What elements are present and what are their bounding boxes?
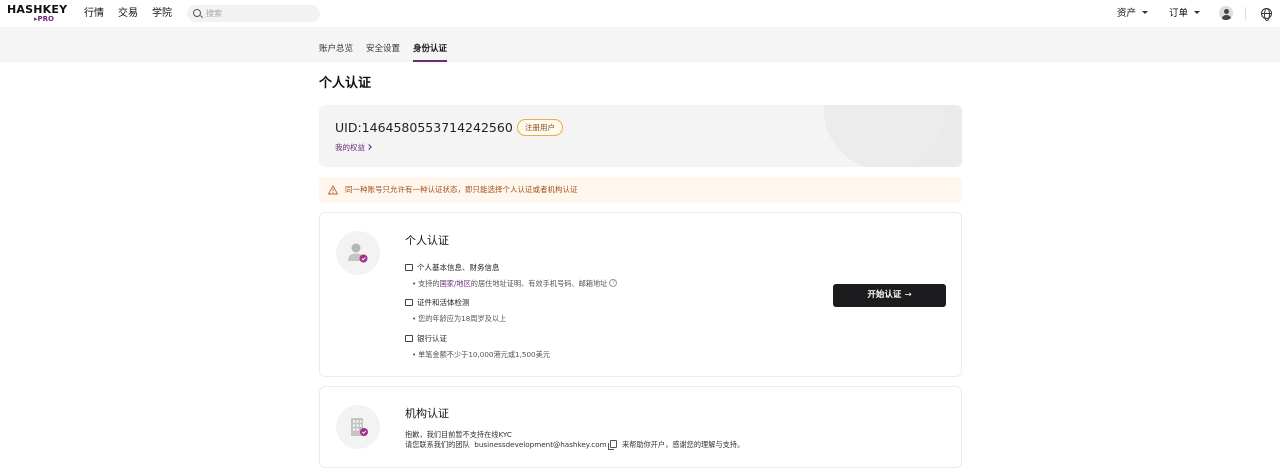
start-verification-label: 开始认证: [867, 290, 902, 300]
chevron-down-icon: [1142, 11, 1149, 14]
business-email[interactable]: businessdevelopment@hashkey.com: [474, 440, 606, 449]
bullet-age-requirement: 您的年龄应为18周岁及以上: [412, 314, 506, 324]
personal-verification-card: 个人认证 个人基本信息、财务信息 支持的国家/地区的居住地址证明、有效手机号码、…: [319, 212, 962, 377]
active-tab-indicator: [413, 60, 447, 62]
personal-avatar-icon: [336, 231, 380, 275]
section-bank-verification: 银行认证: [405, 334, 447, 344]
registered-user-badge: 注册用户: [517, 119, 563, 136]
warning-text: 同一种账号只允许有一种认证状态，即只能选择个人认证或者机构认证: [345, 185, 578, 194]
tab-account-overview[interactable]: 账户总览: [319, 44, 353, 54]
orders-menu[interactable]: 订单: [1169, 8, 1201, 19]
country-region-link[interactable]: 国家/地区: [440, 279, 471, 288]
page-title: 个人认证: [319, 76, 372, 91]
id-card-icon: [405, 263, 413, 271]
warning-banner: 同一种账号只允许有一种认证状态，即只能选择个人认证或者机构认证: [319, 177, 962, 203]
section-bank-verification-label: 银行认证: [417, 334, 447, 343]
section-basic-info-label: 个人基本信息、财务信息: [417, 263, 500, 272]
arrow-right-icon: →: [904, 290, 912, 300]
warning-icon: [328, 185, 338, 195]
contact-suffix: 来帮助你开户，感谢您的理解与支持。: [621, 440, 745, 449]
top-navbar: HASHKEY ▸PRO 行情 交易 学院 资产 订单: [0, 0, 1280, 27]
hashkey-pro-logo[interactable]: HASHKEY ▸PRO: [7, 3, 68, 24]
search-input[interactable]: [206, 7, 311, 20]
assets-menu[interactable]: 资产: [1117, 8, 1149, 19]
bullet-supported-documents: 支持的国家/地区的居住地址证明、有效手机号码、邮箱地址?: [412, 279, 618, 289]
divider: [1245, 7, 1246, 20]
search-icon: [193, 9, 201, 17]
tab-security-settings[interactable]: 安全设置: [366, 44, 400, 54]
user-avatar-icon[interactable]: [1219, 6, 1233, 20]
section-document-liveness: 证件和活体检测: [405, 298, 470, 308]
globe-language-icon[interactable]: [1261, 8, 1272, 21]
institution-verification-card: 机构认证 抱歉，我们目前暂不支持在线KYC 请您联系我们的团队 business…: [319, 386, 962, 468]
tab-identity-verification[interactable]: 身份认证: [413, 44, 447, 54]
search-box[interactable]: [187, 5, 320, 22]
section-basic-info: 个人基本信息、财务信息: [405, 263, 500, 273]
institution-kyc-notice: 抱歉，我们目前暂不支持在线KYC: [405, 430, 512, 439]
bullet-text-prefix: 支持的: [418, 279, 440, 288]
start-verification-button[interactable]: 开始认证 →: [833, 284, 946, 307]
bank-card-icon: [405, 334, 413, 342]
bullet-text-suffix: 的居住地址证明、有效手机号码、邮箱地址: [470, 279, 608, 288]
my-rights-link[interactable]: 我的权益: [335, 143, 372, 153]
help-icon[interactable]: ?: [609, 279, 618, 287]
chevron-right-icon: [366, 144, 372, 150]
nav-link-trade[interactable]: 交易: [118, 8, 138, 19]
nav-link-academy[interactable]: 学院: [152, 8, 172, 19]
uid-text: UID:1464580553714242560: [335, 120, 513, 135]
bullet-min-amount: 单笔金额不少于10,000港元或1,500美元: [412, 350, 550, 360]
orders-menu-label: 订单: [1169, 8, 1189, 19]
uid-card: UID:1464580553714242560 注册用户 我的权益: [319, 105, 962, 167]
institution-contact-line: 请您联系我们的团队 businessdevelopment@hashkey.co…: [405, 440, 744, 450]
logo-sub-text: ▸PRO: [34, 15, 54, 23]
nav-link-markets[interactable]: 行情: [84, 8, 104, 19]
logo-text: HASHKEY: [7, 3, 68, 16]
chevron-down-icon: [1194, 11, 1201, 14]
personal-card-title: 个人认证: [405, 234, 449, 247]
contact-prefix: 请您联系我们的团队: [405, 440, 470, 449]
section-document-liveness-label: 证件和活体检测: [417, 298, 470, 307]
face-scan-icon: [405, 298, 413, 306]
building-icon: [336, 405, 380, 449]
copy-icon[interactable]: [607, 440, 617, 450]
institution-card-title: 机构认证: [405, 407, 449, 420]
assets-menu-label: 资产: [1117, 8, 1137, 19]
my-rights-label: 我的权益: [335, 143, 365, 152]
account-subnav: 账户总览 安全设置 身份认证: [0, 27, 1280, 62]
